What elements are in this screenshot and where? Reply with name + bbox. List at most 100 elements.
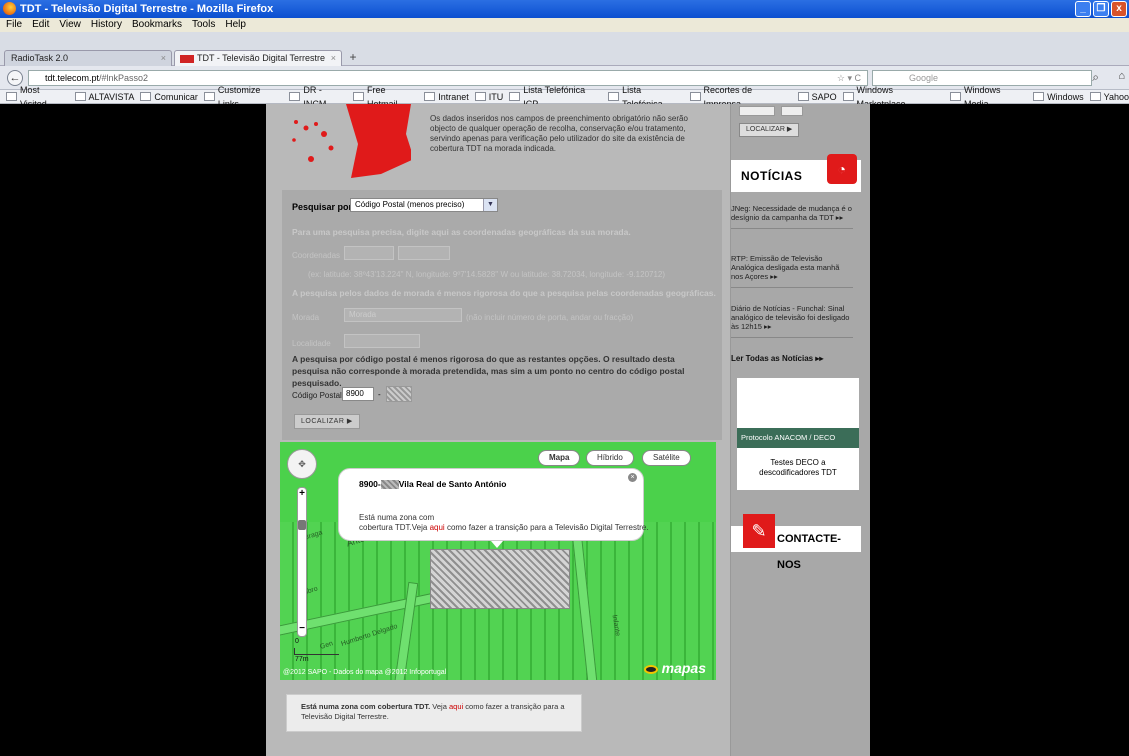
- locality-label: Localidade: [292, 339, 331, 348]
- menu-bar: File Edit View History Bookmarks Tools H…: [0, 18, 1129, 32]
- disclaimer-text: Os dados inseridos nos campos de preench…: [430, 114, 688, 153]
- url-domain: tdt.telecom.pt: [45, 73, 100, 83]
- mapas-logo[interactable]: mapas: [643, 660, 706, 676]
- rss-icon[interactable]: ◔: [827, 154, 857, 184]
- postal-code-label: Código Postal:: [292, 391, 345, 400]
- sidebar-input[interactable]: [781, 106, 803, 116]
- bookmark-sapo[interactable]: SAPO: [797, 90, 837, 103]
- all-news-link[interactable]: Ler Todas as Notícias ▸▸: [731, 354, 823, 363]
- folder-icon: [950, 92, 961, 101]
- search-form: Pesquisar por Código Postal (menos preci…: [282, 190, 722, 440]
- map-type-satellite-button[interactable]: Satélite: [642, 450, 691, 466]
- tab-tdt[interactable]: TDT - Televisão Digital Terrestre ×: [174, 50, 342, 66]
- postal-suffix-blur: [380, 480, 399, 490]
- postal-suffix-input[interactable]: [386, 386, 412, 402]
- menu-bookmarks[interactable]: Bookmarks: [132, 18, 182, 32]
- bookmark-recortes[interactable]: Recortes de Imprensa: [689, 85, 792, 109]
- sidebar-input[interactable]: [739, 106, 775, 116]
- page-viewport: Os dados inseridos nos campos de preench…: [0, 104, 1129, 756]
- close-button[interactable]: x: [1111, 1, 1127, 17]
- bookmark-comunicar[interactable]: Comunicar: [140, 90, 198, 103]
- bookmark-most-visited[interactable]: Most Visited: [6, 85, 69, 109]
- bookmark-free-hotmail[interactable]: Free Hotmail: [353, 85, 418, 109]
- bookmark-lista-telefonica[interactable]: Lista Telefónica: [608, 85, 683, 109]
- folder-icon: [797, 92, 809, 101]
- popup-close-icon[interactable]: ×: [628, 473, 637, 482]
- folder-icon: [203, 92, 215, 101]
- deco-banner-image: Protocolo ANACOM / DECO: [737, 428, 859, 448]
- zoom-out-icon[interactable]: −: [298, 624, 306, 634]
- address-input[interactable]: Morada: [344, 308, 462, 322]
- home-icon[interactable]: ⌂: [1118, 70, 1125, 82]
- bookmark-customize-links[interactable]: Customize Links: [203, 85, 284, 109]
- menu-tools[interactable]: Tools: [192, 18, 215, 32]
- firefox-icon: [3, 2, 16, 15]
- bookmark-dr-incm[interactable]: DR - INCM: [289, 85, 347, 109]
- bookmark-yahoo[interactable]: Yahoo: [1089, 90, 1129, 103]
- folder-icon: [608, 92, 620, 101]
- bookmark-windows[interactable]: Windows: [1033, 90, 1084, 103]
- pencil-icon: ✎: [743, 514, 775, 548]
- new-tab-button[interactable]: +: [345, 50, 361, 65]
- menu-history[interactable]: History: [91, 18, 122, 32]
- sidebar: LOCALIZAR ▶ NOTÍCIAS ◔ JNeg: Necessidade…: [730, 104, 870, 756]
- zoom-in-icon[interactable]: +: [298, 489, 306, 499]
- search-icon[interactable]: ⌕: [1092, 70, 1099, 85]
- address-label: Morada: [292, 313, 320, 322]
- news-item[interactable]: JNeg: Necessidade de mudança é o desígni…: [731, 204, 853, 229]
- map-pan-control-icon[interactable]: ✥: [287, 449, 317, 479]
- result-link[interactable]: aqui: [449, 702, 463, 711]
- postal-area-overlay: [430, 549, 570, 609]
- map-type-hybrid-button[interactable]: Híbrido: [586, 450, 634, 466]
- bookmark-windows-marketplace[interactable]: Windows Marketplace: [842, 85, 944, 109]
- map-scale-zero: 0: [295, 638, 299, 645]
- tab-label: RadioTask 2.0: [11, 53, 69, 63]
- bookmark-lista-telefonica-icp[interactable]: Lista Telefónica ICP: [509, 85, 602, 109]
- tab-label: TDT - Televisão Digital Terrestre: [197, 53, 326, 63]
- folder-icon: [1033, 92, 1045, 101]
- map-type-map-button[interactable]: Mapa: [538, 450, 581, 466]
- deco-banner-caption[interactable]: Testes DECO a descodificadores TDT: [743, 458, 853, 478]
- longitude-input[interactable]: [398, 246, 450, 260]
- chevron-down-icon: ▼: [483, 199, 497, 211]
- bookmark-intranet[interactable]: Intranet: [424, 90, 469, 103]
- bookmark-windows-media[interactable]: Windows Media: [950, 85, 1027, 109]
- map-widget[interactable]: Humberto Delgado Gen António Infante Tub…: [280, 442, 716, 680]
- menu-edit[interactable]: Edit: [32, 18, 49, 32]
- search-by-select[interactable]: Código Postal (menos preciso) ▼: [350, 198, 498, 212]
- bookmark-altavista[interactable]: ALTAVISTA: [74, 90, 134, 103]
- tab-close-icon[interactable]: ×: [161, 51, 166, 66]
- folder-icon: [689, 92, 701, 101]
- menu-help[interactable]: Help: [225, 18, 246, 32]
- map-scale-label: 77m: [295, 656, 309, 663]
- sidebar-locate-button[interactable]: LOCALIZAR ▶: [739, 123, 800, 137]
- news-item[interactable]: Diário de Notícias - Funchal: Sinal anal…: [731, 304, 853, 338]
- deco-banner[interactable]: Protocolo ANACOM / DECO Testes DECO a de…: [737, 378, 859, 490]
- menu-file[interactable]: File: [6, 18, 22, 32]
- popup-pointer: [491, 541, 503, 548]
- zoom-handle[interactable]: [298, 520, 306, 530]
- folder-icon: [140, 92, 152, 101]
- menu-view[interactable]: View: [59, 18, 81, 32]
- window-title: TDT - Televisão Digital Terrestre - Mozi…: [20, 3, 274, 15]
- coords-hint: Para uma pesquisa precisa, digite aqui a…: [292, 227, 631, 237]
- contact-button[interactable]: CONTACTE-NOS ✎: [731, 514, 865, 571]
- tab-close-icon[interactable]: ×: [331, 51, 336, 66]
- popup-text: Está numa zona com cobertura TDT.Veja aq…: [359, 513, 649, 532]
- latitude-input[interactable]: [344, 246, 394, 260]
- map-zoom-slider[interactable]: + −: [297, 487, 307, 637]
- postal-code-input[interactable]: 8900: [342, 387, 374, 401]
- minimize-button[interactable]: _: [1075, 1, 1091, 17]
- maximize-button[interactable]: ❐: [1093, 1, 1109, 17]
- window-titlebar: TDT - Televisão Digital Terrestre - Mozi…: [0, 0, 1129, 18]
- locate-button[interactable]: LOCALIZAR ▶: [294, 414, 360, 429]
- locality-input[interactable]: [344, 334, 420, 348]
- tdt-favicon-icon: [180, 55, 194, 63]
- folder-icon: [6, 92, 17, 101]
- coords-label: Coordenadas: [292, 251, 341, 260]
- tab-radiotask[interactable]: RadioTask 2.0 ×: [4, 50, 172, 66]
- folder-icon: [424, 92, 436, 101]
- popup-link[interactable]: aqui: [430, 523, 445, 532]
- news-item[interactable]: RTP: Emissão de Televisão Analógica desl…: [731, 254, 853, 288]
- bookmark-itu[interactable]: ITU: [474, 90, 503, 103]
